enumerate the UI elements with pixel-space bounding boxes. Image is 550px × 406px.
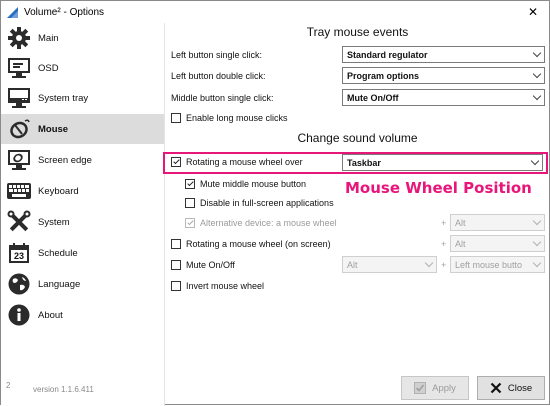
chevron-down-icon: [530, 215, 544, 230]
plus-sign: +: [441, 239, 447, 249]
screen-edge-icon: [6, 147, 32, 173]
sidebar-item-label: System tray: [38, 92, 89, 104]
plus-sign: +: [441, 218, 447, 228]
apply-button[interactable]: Apply: [401, 376, 469, 400]
close-icon: [490, 382, 502, 394]
window-title: Volume² - Options: [24, 6, 105, 18]
alt-device-label: Alternative device: a mouse wheel: [200, 218, 337, 228]
sidebar: Main OSD System tray Mouse Screen edge K…: [1, 23, 164, 405]
sidebar-item-language[interactable]: Language: [1, 269, 164, 299]
enable-long-clicks-label: Enable long mouse clicks: [186, 113, 288, 123]
mute-middle-checkbox[interactable]: [185, 179, 195, 189]
invert-wheel-checkbox[interactable]: [171, 281, 181, 291]
mouse-options-panel: Tray mouse events Left button single cli…: [163, 23, 550, 373]
close-label: Close: [507, 382, 533, 394]
sidebar-item-about[interactable]: About: [1, 300, 164, 330]
sidebar-item-label: System: [38, 216, 70, 228]
plus-sign: +: [441, 260, 447, 270]
mute-onoff-checkbox[interactable]: [171, 260, 181, 270]
calendar-day: 23: [13, 251, 24, 261]
middle-single-click-select[interactable]: Mute On/Off: [342, 89, 545, 106]
calendar-icon: 23: [6, 240, 32, 266]
mouse-icon: [6, 116, 32, 142]
sidebar-item-label: Screen edge: [38, 154, 92, 166]
sidebar-item-label: Language: [38, 278, 81, 290]
close-button[interactable]: Close: [477, 376, 545, 400]
gear-icon: [6, 25, 32, 51]
invert-wheel-label: Invert mouse wheel: [186, 281, 265, 291]
chevron-down-icon: [530, 90, 544, 105]
rotating-over-select[interactable]: Taskbar: [342, 154, 543, 171]
apply-check-icon: [414, 382, 427, 394]
apply-label: Apply: [432, 382, 456, 394]
sidebar-item-label: Schedule: [38, 247, 78, 259]
title-bar: Volume² - Options ✕: [1, 1, 549, 23]
monitor-icon: [6, 55, 32, 81]
volume2-logo: 2: [6, 381, 11, 390]
rotating-screen-modifier-select[interactable]: Alt: [450, 235, 545, 252]
rotating-over-label: Rotating a mouse wheel over: [186, 157, 303, 167]
app-logo-icon: [7, 6, 18, 18]
sidebar-item-label: Main: [38, 32, 59, 44]
mute-onoff-modifier-select[interactable]: Alt: [342, 256, 437, 273]
enable-long-clicks-checkbox[interactable]: [171, 113, 181, 123]
left-double-click-label: Left button double click:: [171, 71, 266, 81]
chevron-down-icon: [422, 257, 436, 272]
tray-icon: [6, 85, 32, 111]
rotating-screen-checkbox[interactable]: [171, 239, 181, 249]
info-icon: [6, 302, 32, 328]
version-label: version 1.1.6.411: [33, 385, 94, 394]
mute-middle-label: Mute middle mouse button: [200, 179, 307, 189]
disable-fullscreen-checkbox[interactable]: [185, 198, 195, 208]
sidebar-item-screen-edge[interactable]: Screen edge: [1, 145, 164, 175]
sidebar-item-label: Keyboard: [38, 185, 79, 197]
sidebar-item-schedule[interactable]: 23 Schedule: [1, 238, 164, 268]
mouse-wheel-position-annotation: Mouse Wheel Position: [345, 179, 532, 197]
rotating-over-checkbox[interactable]: [171, 157, 181, 167]
sound-section-title: Change sound volume: [297, 131, 418, 145]
close-window-icon[interactable]: ✕: [525, 5, 541, 19]
globe-icon: [6, 271, 32, 297]
sidebar-item-mouse[interactable]: Mouse: [1, 114, 164, 144]
mute-onoff-label: Mute On/Off: [186, 260, 235, 270]
chevron-down-icon: [530, 236, 544, 251]
sidebar-item-keyboard[interactable]: Keyboard: [1, 176, 164, 206]
rotating-screen-label: Rotating a mouse wheel (on screen): [186, 239, 331, 249]
mute-onoff-button-select[interactable]: Left mouse butto: [450, 256, 545, 273]
left-single-click-label: Left button single click:: [171, 50, 263, 60]
chevron-down-icon: [530, 257, 544, 272]
tools-icon: [6, 209, 32, 235]
chevron-down-icon: [528, 155, 542, 170]
sidebar-item-system[interactable]: System: [1, 207, 164, 237]
chevron-down-icon: [530, 47, 544, 62]
sidebar-item-label: About: [38, 309, 63, 321]
sidebar-item-main[interactable]: Main: [1, 23, 164, 53]
disable-fullscreen-label: Disable in full-screen applications: [200, 198, 334, 208]
left-double-click-select[interactable]: Program options: [342, 67, 545, 84]
alt-device-modifier-select[interactable]: Alt: [450, 214, 545, 231]
options-window: Volume² - Options ✕ Main OSD System tray: [0, 0, 550, 406]
alt-device-checkbox[interactable]: [185, 218, 195, 228]
sidebar-item-label: OSD: [38, 62, 59, 74]
sidebar-item-osd[interactable]: OSD: [1, 53, 164, 83]
sidebar-item-label: Mouse: [38, 123, 69, 135]
middle-single-click-label: Middle button single click:: [171, 93, 274, 103]
sidebar-item-system-tray[interactable]: System tray: [1, 83, 164, 113]
chevron-down-icon: [530, 68, 544, 83]
keyboard-icon: [6, 178, 32, 204]
left-single-click-select[interactable]: Standard regulator: [342, 46, 545, 63]
tray-section-title: Tray mouse events: [306, 25, 409, 39]
